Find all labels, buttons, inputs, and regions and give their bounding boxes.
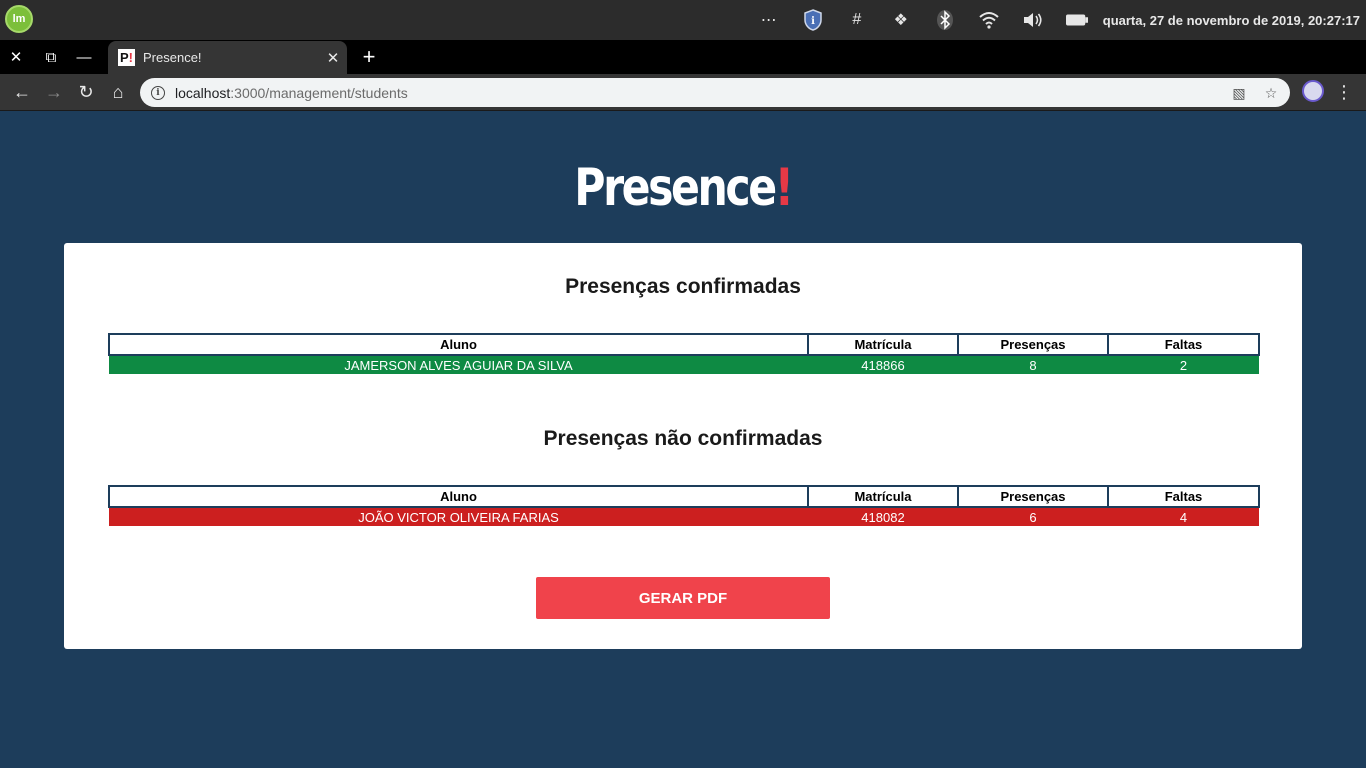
- profile-avatar[interactable]: [1302, 80, 1324, 102]
- volume-icon[interactable]: [1022, 9, 1044, 31]
- home-icon[interactable]: ⌂: [104, 78, 132, 106]
- more-icon[interactable]: ⋯: [758, 9, 780, 31]
- new-tab-icon[interactable]: +: [356, 40, 382, 74]
- table-header-row: Aluno Matrícula Presenças Faltas: [108, 485, 1260, 508]
- reload-icon[interactable]: ↻: [72, 78, 100, 106]
- forward-icon[interactable]: →: [40, 78, 68, 106]
- presence-favicon-icon: P!: [118, 49, 135, 66]
- student-absences: 2: [1108, 355, 1259, 374]
- dropbox-icon[interactable]: ❖: [890, 9, 912, 31]
- slack-icon[interactable]: #: [846, 9, 868, 31]
- system-tray: ⋯ i # ❖ quarta, 27 de novembro de 2019, …: [747, 0, 1366, 40]
- window-close-icon[interactable]: ✕: [0, 40, 32, 74]
- column-header: Aluno: [108, 333, 809, 356]
- column-header: Matrícula: [807, 333, 959, 356]
- student-presences: 8: [958, 355, 1108, 374]
- table-row: JAMERSON ALVES AGUIAR DA SILVA 418866 8 …: [109, 355, 1259, 374]
- shield-icon[interactable]: i: [802, 9, 824, 31]
- window-minimize-icon[interactable]: —: [68, 40, 100, 74]
- tab-title: Presence!: [143, 50, 202, 65]
- presence-logo: Presence!: [574, 158, 794, 218]
- student-id: 418866: [808, 355, 958, 374]
- column-header: Presenças: [957, 485, 1109, 508]
- address-bar[interactable]: i localhost:3000/management/students ▧ ☆: [140, 78, 1290, 107]
- back-icon[interactable]: ←: [8, 78, 36, 106]
- browser-menu-icon[interactable]: ⋮: [1334, 80, 1354, 104]
- student-name: JOÃO VICTOR OLIVEIRA FARIAS: [109, 507, 808, 526]
- bluetooth-icon[interactable]: [934, 9, 956, 31]
- column-header: Aluno: [108, 485, 809, 508]
- unconfirmed-title: Presenças não confirmadas: [543, 427, 823, 450]
- student-id: 418082: [808, 507, 958, 526]
- column-header: Faltas: [1107, 333, 1260, 356]
- column-header: Presenças: [957, 333, 1109, 356]
- mint-menu-icon[interactable]: lm: [5, 5, 33, 33]
- browser-tab-bar: ✕ ⧉ — P! Presence! ✕ +: [0, 40, 1366, 74]
- column-header: Matrícula: [807, 485, 959, 508]
- table-row: JOÃO VICTOR OLIVEIRA FARIAS 418082 6 4: [109, 507, 1259, 526]
- attendance-card: Presenças confirmadas Aluno Matrícula Pr…: [64, 243, 1302, 649]
- translate-icon[interactable]: ▧: [1228, 82, 1250, 104]
- student-name: JAMERSON ALVES AGUIAR DA SILVA: [109, 355, 808, 374]
- student-absences: 4: [1108, 507, 1259, 526]
- site-info-icon[interactable]: i: [151, 85, 165, 100]
- battery-icon[interactable]: [1065, 9, 1088, 31]
- omnibox-actions: ▧ ☆: [1218, 82, 1282, 104]
- generate-pdf-button[interactable]: GERAR PDF: [536, 577, 830, 619]
- unconfirmed-table: Aluno Matrícula Presenças Faltas JOÃO VI…: [108, 485, 1260, 526]
- table-header-row: Aluno Matrícula Presenças Faltas: [108, 333, 1260, 356]
- confirmed-title: Presenças confirmadas: [565, 275, 801, 298]
- column-header: Faltas: [1107, 485, 1260, 508]
- window-restore-icon[interactable]: ⧉: [35, 40, 67, 74]
- tab-close-icon[interactable]: ✕: [319, 49, 347, 67]
- url-text[interactable]: localhost:3000/management/students: [175, 85, 408, 101]
- student-presences: 6: [958, 507, 1108, 526]
- browser-toolbar: ← → ↻ ⌂ i localhost:3000/management/stud…: [0, 74, 1366, 111]
- os-top-panel: lm ⋯ i # ❖ quarta, 27 de novembro de 201…: [0, 0, 1366, 40]
- wifi-icon[interactable]: [978, 9, 1000, 31]
- tab-presence[interactable]: P! Presence! ✕: [108, 41, 347, 74]
- confirmed-table: Aluno Matrícula Presenças Faltas JAMERSO…: [108, 333, 1260, 374]
- bookmark-star-icon[interactable]: ☆: [1260, 82, 1282, 104]
- svg-text:i: i: [811, 16, 815, 27]
- system-clock[interactable]: quarta, 27 de novembro de 2019, 20:27:17: [1103, 13, 1360, 28]
